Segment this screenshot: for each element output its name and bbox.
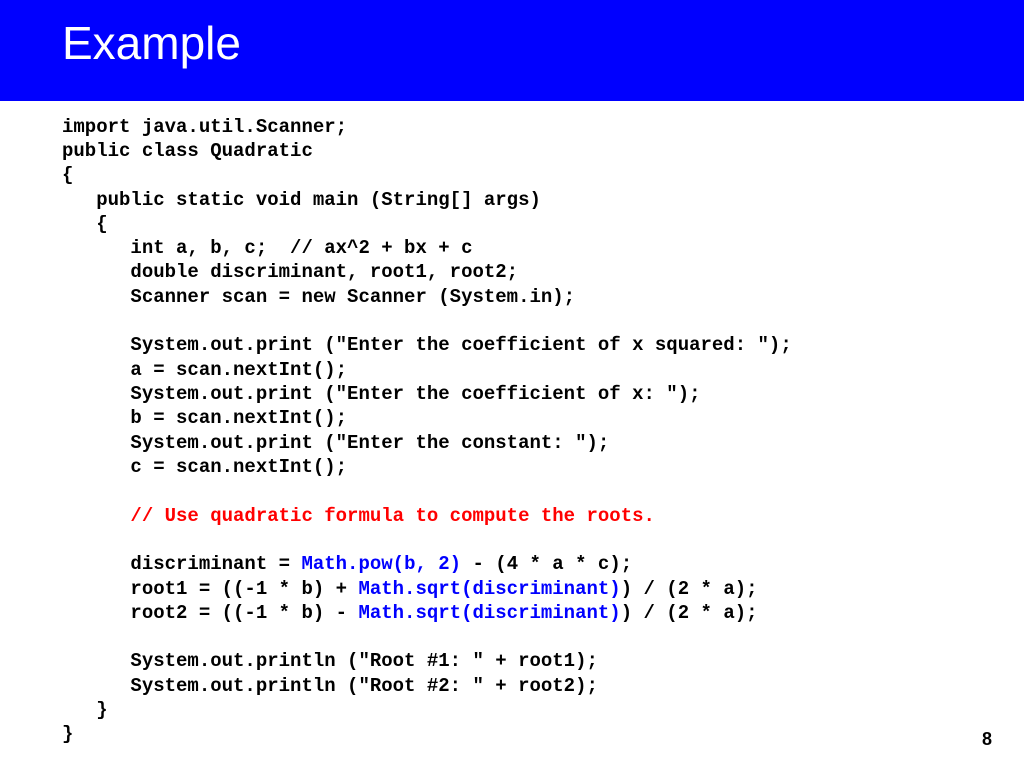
code-line: System.out.print ("Enter the coefficient… [62,383,701,405]
code-block: import java.util.Scanner; public class Q… [0,101,1024,747]
page-number: 8 [982,729,992,750]
code-line: Scanner scan = new Scanner (System.in); [62,286,575,308]
code-line: { [62,164,73,186]
code-math-call: Math.pow(b, 2) [301,553,461,575]
code-line: ) / (2 * a); [621,578,758,600]
code-line: c = scan.nextInt(); [62,456,347,478]
code-line: System.out.println ("Root #2: " + root2)… [62,675,598,697]
code-line: import java.util.Scanner; [62,116,347,138]
code-line: System.out.print ("Enter the coefficient… [62,334,792,356]
code-math-call: Math.sqrt(discriminant) [358,602,620,624]
code-line: System.out.println ("Root #1: " + root1)… [62,650,598,672]
code-line: root2 = ((-1 * b) - [62,602,358,624]
code-line: root1 = ((-1 * b) + [62,578,358,600]
code-line: discriminant = [62,553,301,575]
code-math-call: Math.sqrt(discriminant) [358,578,620,600]
code-line: ) / (2 * a); [621,602,758,624]
title-bar: Example [0,0,1024,101]
code-line: b = scan.nextInt(); [62,407,347,429]
slide: Example import java.util.Scanner; public… [0,0,1024,768]
code-line: double discriminant, root1, root2; [62,261,518,283]
code-line: - (4 * a * c); [461,553,632,575]
code-line: int a, b, c; // ax^2 + bx + c [62,237,472,259]
slide-title: Example [62,17,241,69]
code-line: } [62,723,73,745]
code-line: public class Quadratic [62,140,313,162]
code-comment: // Use quadratic formula to compute the … [62,505,655,527]
code-line: a = scan.nextInt(); [62,359,347,381]
code-line: } [62,699,108,721]
code-line: public static void main (String[] args) [62,189,541,211]
code-line: { [62,213,108,235]
code-line: System.out.print ("Enter the constant: "… [62,432,609,454]
